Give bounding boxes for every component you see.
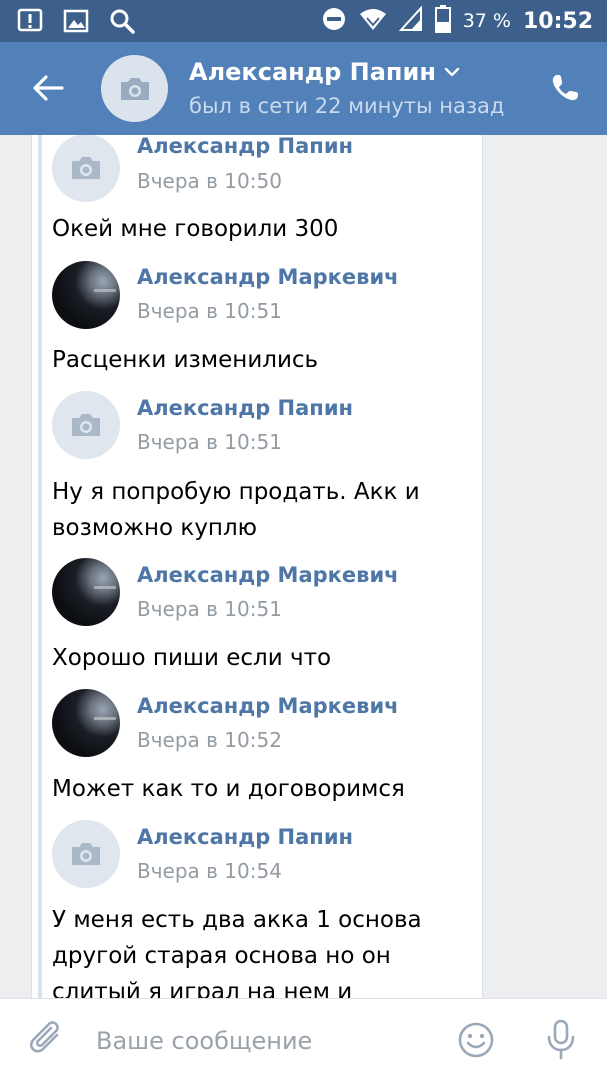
- battery-icon: [434, 5, 451, 37]
- status-bar: 37 % 10:52: [0, 0, 607, 42]
- message-list[interactable]: Александр Папин Вчера в 10:50 Окей мне г…: [0, 135, 607, 998]
- paperclip-icon: [29, 1021, 59, 1053]
- arrow-left-icon: [33, 75, 64, 101]
- author-name[interactable]: Александр Папин: [137, 825, 353, 849]
- author-avatar[interactable]: [52, 261, 120, 329]
- battery-percent: 37 %: [462, 10, 511, 32]
- smiley-icon: [458, 1022, 494, 1058]
- message-time: Вчера в 10:52: [137, 728, 282, 752]
- author-name[interactable]: Александр Маркевич: [137, 694, 399, 718]
- message-text: Окей мне говорили 300: [52, 216, 339, 242]
- forward-quote-line: [38, 135, 42, 998]
- signal-icon: [398, 5, 423, 36]
- camera-icon: [120, 77, 149, 100]
- gallery-icon: [62, 7, 90, 35]
- last-seen-status: был в сети 22 минуты назад: [189, 94, 505, 118]
- message-time: Вчера в 10:51: [137, 597, 282, 621]
- message-time: Вчера в 10:51: [137, 430, 282, 454]
- contact-avatar[interactable]: [101, 55, 168, 122]
- author-avatar[interactable]: [52, 391, 120, 459]
- message-text: У меня есть два акка 1 основа другой ста…: [52, 907, 422, 998]
- author-name[interactable]: Александр Папин: [137, 396, 353, 420]
- phone-icon: [552, 75, 578, 101]
- author-name[interactable]: Александр Маркевич: [137, 563, 399, 587]
- composer-bar: [0, 998, 607, 1080]
- message-text: Хорошо пиши если что: [52, 645, 332, 671]
- attach-button[interactable]: [26, 1018, 68, 1060]
- chevron-down-icon: [444, 67, 460, 77]
- microphone-icon: [547, 1019, 575, 1060]
- author-avatar[interactable]: [52, 820, 120, 888]
- author-name[interactable]: Александр Папин: [137, 135, 353, 158]
- call-button[interactable]: [545, 68, 585, 108]
- message-time: Вчера в 10:51: [137, 299, 282, 323]
- contact-name-text: Александр Папин: [189, 58, 436, 86]
- message-time: Вчера в 10:54: [137, 859, 282, 883]
- author-name[interactable]: Александр Маркевич: [137, 265, 399, 289]
- message-input[interactable]: [96, 1021, 426, 1061]
- author-avatar[interactable]: [52, 135, 120, 202]
- message-text: Ну я попробую продать. Акк и возможно ку…: [52, 479, 420, 541]
- back-button[interactable]: [26, 66, 70, 110]
- alert-icon: [16, 7, 44, 35]
- camera-icon: [72, 414, 100, 436]
- message-time: Вчера в 10:50: [137, 169, 282, 193]
- chat-header: Александр Папин был в сети 22 минуты наз…: [0, 42, 607, 135]
- author-avatar[interactable]: [52, 689, 120, 757]
- dnd-icon: [321, 6, 347, 36]
- contact-name[interactable]: Александр Папин: [189, 58, 460, 86]
- wifi-icon: [359, 7, 387, 35]
- emoji-button[interactable]: [455, 1019, 497, 1061]
- author-avatar[interactable]: [52, 558, 120, 626]
- message-text: Может как то и договоримся: [52, 776, 405, 802]
- message-text: Расценки изменились: [52, 347, 319, 373]
- voice-message-button[interactable]: [540, 1017, 582, 1063]
- camera-icon: [72, 843, 100, 865]
- camera-icon: [72, 157, 100, 179]
- search-icon: [108, 7, 136, 35]
- clock: 10:52: [522, 8, 593, 34]
